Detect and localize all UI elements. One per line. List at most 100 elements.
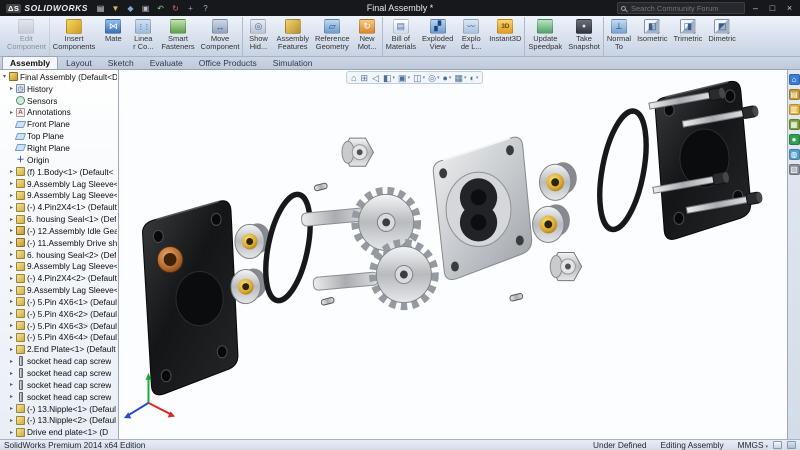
- toolbar-button[interactable]: Bill of Materials: [383, 17, 419, 56]
- taskpane-tab[interactable]: ▦: [788, 119, 800, 130]
- tree-item[interactable]: ▸ (-) 4.Pin2X4<2> (Default: [0, 272, 118, 284]
- tree-item[interactable]: ▸ (-) 5.Pin 4X6<1> (Defaul: [0, 296, 118, 308]
- toolbar-button[interactable]: Isometric: [634, 17, 670, 56]
- taskpane-tab[interactable]: ▤: [788, 89, 800, 100]
- toolbar-button[interactable]: Insert Components: [50, 17, 99, 56]
- tree-item[interactable]: Top Plane: [0, 130, 118, 142]
- tree-item[interactable]: ▸ 9.Assembly Lag Sleeve<: [0, 178, 118, 190]
- expand-arrow-icon[interactable]: ▸: [8, 346, 15, 353]
- expand-arrow-icon[interactable]: ▸: [8, 334, 15, 341]
- toolbar-button[interactable]: Exploded View: [419, 17, 456, 56]
- toolbar-button[interactable]: Dimetric: [705, 17, 739, 56]
- gear-shaft-assembly[interactable]: [301, 186, 439, 311]
- toolbar-button[interactable]: Trimetric: [670, 17, 705, 56]
- tree-item[interactable]: Right Plane: [0, 142, 118, 154]
- expand-arrow-icon[interactable]: ▸: [8, 405, 15, 412]
- headsup-button[interactable]: ◁: [371, 72, 381, 84]
- lag-sleeve-pair-right[interactable]: [532, 162, 577, 243]
- taskpane-tab[interactable]: ◍: [788, 149, 800, 160]
- ribbon-tab[interactable]: Evaluate: [142, 56, 191, 69]
- expand-arrow-icon[interactable]: ▸: [8, 85, 15, 92]
- maximize-button[interactable]: □: [766, 2, 779, 14]
- menubar-button[interactable]: ▣: [139, 2, 152, 14]
- expand-arrow-icon[interactable]: ▸: [8, 429, 15, 436]
- tree-item[interactable]: ▾ Final Assembly (Default<D: [0, 71, 118, 83]
- ribbon-tab[interactable]: Layout: [58, 56, 100, 69]
- toolbar-button[interactable]: Mate: [98, 17, 128, 56]
- toolbar-button[interactable]: New Mot...: [353, 17, 383, 56]
- ribbon-tab[interactable]: Office Products: [191, 56, 265, 69]
- tree-item[interactable]: ▸ 2.End Plate<1> (Default: [0, 343, 118, 355]
- tree-item[interactable]: Front Plane: [0, 118, 118, 130]
- expand-arrow-icon[interactable]: ▸: [8, 227, 15, 234]
- headsup-button[interactable]: ⊞: [360, 72, 371, 84]
- expand-arrow-icon[interactable]: ▸: [8, 322, 15, 329]
- expand-arrow-icon[interactable]: ▸: [8, 381, 15, 388]
- graphics-viewport[interactable]: ⌂ ⊞ ◁ ◧ ▾ ▣ ▾ ◫ ▾ ◎ ▾ ● ▾ ▦ ▾ ◐ ▾: [119, 70, 787, 439]
- drive-end-plate[interactable]: [142, 200, 239, 396]
- expand-arrow-icon[interactable]: ▸: [8, 251, 15, 258]
- pump-body[interactable]: [432, 136, 533, 281]
- tree-item[interactable]: Origin: [0, 154, 118, 166]
- tree-item[interactable]: ▸ socket head cap screw: [0, 379, 118, 391]
- toolbar-button[interactable]: Normal To: [604, 17, 634, 56]
- menubar-button[interactable]: ▤: [94, 2, 107, 14]
- tree-item[interactable]: ▸ 6. housing Seal<2> (Def: [0, 249, 118, 261]
- ribbon-tab[interactable]: Simulation: [265, 56, 321, 69]
- tree-item[interactable]: ▸ socket head cap screw: [0, 391, 118, 403]
- expand-arrow-icon[interactable]: ▸: [8, 358, 15, 365]
- tree-item[interactable]: ▸ (-) 13.Nipple<2> (Defaul: [0, 414, 118, 426]
- tree-item[interactable]: ▸ (-) 13.Nipple<1> (Defaul: [0, 403, 118, 415]
- toolbar-button[interactable]: Take Snapshot: [565, 17, 604, 56]
- tree-item[interactable]: ▸ (-) 11.Assembly Drive sh: [0, 237, 118, 249]
- tree-item[interactable]: ▸ History: [0, 83, 118, 95]
- expand-arrow-icon[interactable]: ▸: [8, 239, 15, 246]
- expand-arrow-icon[interactable]: ▸: [8, 310, 15, 317]
- toolbar-button[interactable]: Explo de L...: [456, 17, 486, 56]
- tree-item[interactable]: ▸ 9.Assembly Lag Sleeve<: [0, 284, 118, 296]
- taskpane-tab[interactable]: ▧: [788, 164, 800, 175]
- headsup-button[interactable]: ◧ ▾: [382, 72, 396, 84]
- toolbar-button[interactable]: Move Component: [198, 17, 244, 56]
- toolbar-button[interactable]: Edit Component: [4, 17, 50, 56]
- taskpane-tab[interactable]: ●: [788, 134, 800, 145]
- tree-item[interactable]: ▸ (-) 5.Pin 4X6<2> (Defaul: [0, 308, 118, 320]
- expand-arrow-icon[interactable]: ▸: [8, 168, 15, 175]
- headsup-button[interactable]: ▦ ▾: [453, 72, 467, 84]
- search-input[interactable]: [629, 2, 741, 14]
- tree-item[interactable]: ▸ (-) 5.Pin 4X6<4> (Defaul: [0, 332, 118, 344]
- expand-arrow-icon[interactable]: ▸: [8, 204, 15, 211]
- expand-arrow-icon[interactable]: ▸: [8, 287, 15, 294]
- units-selector[interactable]: MMGS ▾: [738, 440, 768, 450]
- tree-item[interactable]: ▸ (f) 1.Body<1> (Default<: [0, 166, 118, 178]
- toolbar-button[interactable]: Instant3D: [486, 17, 526, 56]
- headsup-button[interactable]: ◫ ▾: [412, 72, 426, 84]
- housing-seal-left[interactable]: [258, 190, 318, 304]
- expand-arrow-icon[interactable]: ▸: [8, 298, 15, 305]
- tree-item[interactable]: ▸ 9.Assembly Lag Sleeve<: [0, 261, 118, 273]
- headsup-button[interactable]: ▣ ▾: [397, 72, 411, 84]
- tree-item[interactable]: ▸ (-) 4.Pin2X4<1> (Default: [0, 201, 118, 213]
- taskpane-tab[interactable]: ▥: [788, 104, 800, 115]
- tree-item[interactable]: ▸ socket head cap screw: [0, 367, 118, 379]
- toolbar-button[interactable]: Smart Fasteners: [158, 17, 197, 56]
- quick-tips-icon[interactable]: [787, 441, 796, 449]
- expand-arrow-icon[interactable]: ▸: [8, 393, 15, 400]
- expand-arrow-icon[interactable]: ▸: [8, 180, 15, 187]
- pin-2x4[interactable]: [313, 182, 328, 192]
- idle-gear[interactable]: [369, 238, 439, 311]
- nipple-fitting-right[interactable]: [549, 251, 583, 282]
- tag-icon[interactable]: [773, 441, 782, 449]
- menubar-button[interactable]: ▼: [109, 2, 122, 14]
- expand-arrow-icon[interactable]: ▸: [8, 370, 15, 377]
- headsup-button[interactable]: ◐ ▾: [468, 72, 479, 84]
- pin-4x6-a[interactable]: [320, 297, 335, 306]
- menubar-button[interactable]: ↶: [154, 2, 167, 14]
- tree-item[interactable]: ▸ (-) 5.Pin 4X6<3> (Defaul: [0, 320, 118, 332]
- expand-arrow-icon[interactable]: ▸: [8, 109, 15, 116]
- toolbar-button[interactable]: Update Speedpak: [525, 17, 565, 56]
- pin-4x6-b[interactable]: [509, 293, 524, 302]
- ribbon-tab[interactable]: Assembly: [2, 56, 59, 69]
- menubar-button[interactable]: ?: [199, 2, 212, 14]
- headsup-button[interactable]: ● ▾: [441, 72, 452, 84]
